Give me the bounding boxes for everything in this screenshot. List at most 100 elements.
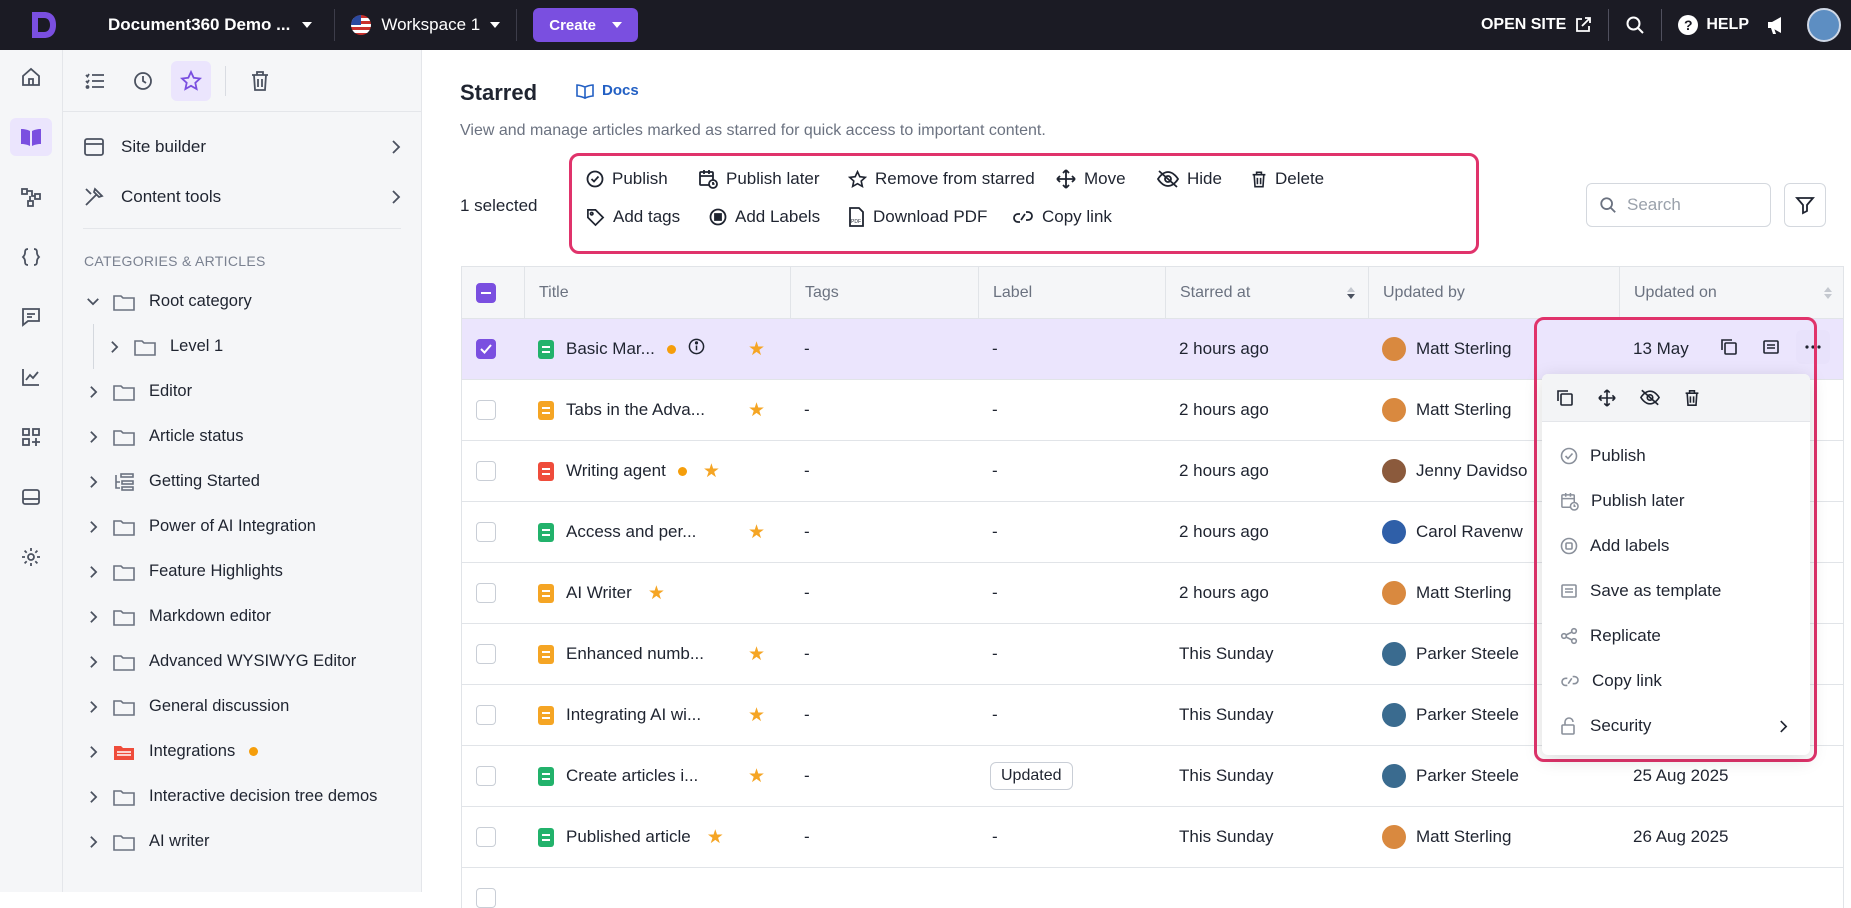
chevron-right-icon[interactable]	[85, 609, 101, 625]
row-checkbox[interactable]	[476, 461, 496, 481]
chevron-down-icon[interactable]	[85, 294, 101, 310]
row-checkbox[interactable]	[476, 583, 496, 603]
search-input[interactable]: Search	[1586, 183, 1771, 227]
chevron-right-icon[interactable]	[85, 834, 101, 850]
table-row[interactable]	[462, 868, 1843, 908]
home-icon[interactable]	[10, 58, 52, 96]
title-cell[interactable]: Create articles i... ★	[538, 746, 765, 806]
chevron-right-icon[interactable]	[85, 384, 101, 400]
column-updated-on[interactable]: Updated on	[1619, 267, 1845, 319]
eye-off-icon[interactable]	[1640, 389, 1660, 406]
analytics-icon[interactable]	[10, 358, 52, 396]
documentation-icon[interactable]	[10, 118, 52, 156]
project-switcher[interactable]: Document360 Demo ...	[108, 15, 313, 35]
feedback-icon[interactable]	[10, 298, 52, 336]
add-labels-button[interactable]: Add Labels	[709, 207, 820, 227]
tree-item[interactable]: Getting Started	[63, 459, 421, 504]
star-icon[interactable]: ★	[748, 765, 765, 788]
widget-icon[interactable]	[10, 478, 52, 516]
star-icon[interactable]: ★	[707, 826, 724, 849]
workspace-switcher[interactable]: Workspace 1	[351, 15, 501, 35]
article-title[interactable]: Enhanced numb...	[566, 644, 704, 664]
tree-item[interactable]: Root category	[63, 279, 421, 324]
hide-button[interactable]: Hide	[1157, 169, 1222, 189]
api-icon[interactable]	[10, 238, 52, 276]
user-avatar[interactable]	[1807, 8, 1841, 42]
settings-icon[interactable]	[10, 538, 52, 576]
chevron-right-icon[interactable]	[85, 699, 101, 715]
article-title[interactable]: Integrating AI wi...	[566, 705, 701, 725]
publish-later-button[interactable]: Publish later	[698, 169, 820, 189]
star-icon[interactable]: ★	[648, 582, 665, 605]
recent-icon[interactable]	[123, 61, 163, 101]
title-cell[interactable]: AI Writer ★	[538, 563, 665, 623]
star-icon[interactable]: ★	[748, 521, 765, 544]
chevron-right-icon[interactable]	[85, 654, 101, 670]
info-icon[interactable]	[688, 338, 705, 360]
row-checkbox[interactable]	[476, 644, 496, 664]
menu-security[interactable]: Security	[1542, 706, 1810, 746]
star-icon[interactable]: ★	[748, 338, 765, 361]
star-icon[interactable]	[171, 60, 211, 101]
chevron-right-icon[interactable]	[85, 789, 101, 805]
row-checkbox[interactable]	[476, 766, 496, 786]
workflow-icon[interactable]	[10, 178, 52, 216]
duplicate-icon[interactable]	[1556, 389, 1574, 407]
tree-item[interactable]: Advanced WYSIWYG Editor	[63, 639, 421, 684]
open-site-link[interactable]: OPEN SITE	[1481, 16, 1592, 34]
select-all-checkbox[interactable]	[476, 283, 496, 303]
menu-save-template[interactable]: Save as template	[1542, 571, 1810, 611]
create-button[interactable]: Create	[533, 8, 638, 42]
row-checkbox[interactable]	[476, 522, 496, 542]
add-tags-button[interactable]: Add tags	[586, 207, 680, 227]
article-title[interactable]: Writing agent	[566, 461, 666, 481]
chevron-right-icon[interactable]	[106, 339, 122, 355]
content-tools-menu[interactable]: Content tools	[63, 172, 421, 222]
tree-item[interactable]: AI writer	[63, 819, 421, 864]
chevron-right-icon[interactable]	[85, 474, 101, 490]
chevron-right-icon[interactable]	[85, 519, 101, 535]
column-label[interactable]: Label	[978, 267, 1165, 319]
chevron-right-icon[interactable]	[85, 429, 101, 445]
title-cell[interactable]: Access and per... ★	[538, 502, 765, 562]
title-cell[interactable]: Writing agent ★	[538, 441, 720, 501]
filter-button[interactable]	[1784, 183, 1826, 227]
tree-item[interactable]: Editor	[63, 369, 421, 414]
menu-replicate[interactable]: Replicate	[1542, 616, 1810, 656]
title-cell[interactable]: Enhanced numb... ★	[538, 624, 765, 684]
star-icon[interactable]: ★	[748, 704, 765, 727]
tree-item[interactable]: Interactive decision tree demos	[63, 774, 421, 819]
chevron-right-icon[interactable]	[85, 564, 101, 580]
article-title[interactable]: Tabs in the Adva...	[566, 400, 705, 420]
publish-button[interactable]: Publish	[586, 169, 668, 189]
star-icon[interactable]: ★	[748, 399, 765, 422]
menu-add-labels[interactable]: Add labels	[1542, 526, 1810, 566]
column-tags[interactable]: Tags	[790, 267, 978, 319]
article-title[interactable]: AI Writer	[566, 583, 632, 603]
trash-icon[interactable]	[240, 61, 280, 101]
site-builder-menu[interactable]: Site builder	[63, 122, 421, 172]
chevron-right-icon[interactable]	[85, 744, 101, 760]
title-cell[interactable]: Integrating AI wi... ★	[538, 685, 765, 745]
trash-icon[interactable]	[1684, 389, 1700, 407]
title-cell[interactable]: Published article ★	[538, 807, 724, 867]
docs-link[interactable]: Docs	[576, 82, 639, 99]
article-title[interactable]: Access and per...	[566, 522, 696, 542]
app-logo[interactable]	[20, 0, 66, 50]
row-checkbox[interactable]	[476, 888, 496, 908]
move-icon[interactable]	[1598, 388, 1616, 407]
article-title[interactable]: Create articles i...	[566, 766, 698, 786]
remove-starred-button[interactable]: Remove from starred	[848, 169, 1035, 189]
megaphone-icon[interactable]	[1765, 14, 1787, 36]
delete-button[interactable]: Delete	[1251, 169, 1324, 189]
title-cell[interactable]: Tabs in the Adva... ★	[538, 380, 765, 440]
search-icon[interactable]	[1625, 15, 1645, 35]
article-title[interactable]: Published article	[566, 827, 691, 847]
table-row[interactable]: Published article ★ - - This Sunday Matt Ster…	[462, 807, 1843, 868]
tree-item[interactable]: Power of AI Integration	[63, 504, 421, 549]
tree-item[interactable]: Integrations	[63, 729, 421, 774]
row-checkbox[interactable]	[476, 827, 496, 847]
star-icon[interactable]: ★	[748, 643, 765, 666]
tree-item[interactable]: General discussion	[63, 684, 421, 729]
tree-item[interactable]: Markdown editor	[63, 594, 421, 639]
